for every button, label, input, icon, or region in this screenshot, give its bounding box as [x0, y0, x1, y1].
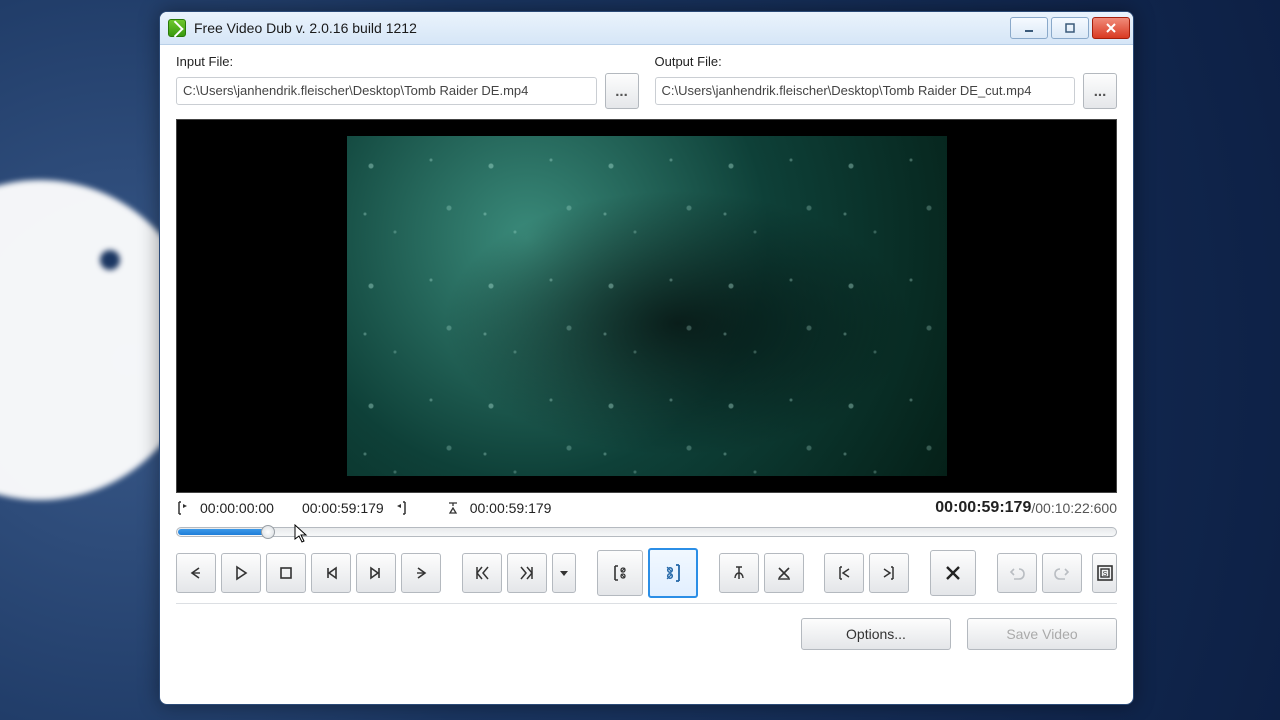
file-row: Input File: C:\Users\janhendrik.fleische…: [176, 54, 1117, 109]
mark-out-icon: [394, 501, 408, 515]
total-time: 00:10:22:600: [1035, 500, 1117, 516]
selection-start-time: 00:00:00:00: [200, 500, 274, 516]
delete-selection-button[interactable]: [764, 553, 804, 593]
jump-menu-button[interactable]: [552, 553, 576, 593]
timeline-handle[interactable]: [261, 525, 275, 539]
selection-end-time: 00:00:59:179: [302, 500, 384, 516]
bottom-row: Options... Save Video: [176, 604, 1117, 650]
play-button[interactable]: [221, 553, 261, 593]
mark-in-icon: [176, 501, 190, 515]
clear-selection-button[interactable]: [930, 550, 976, 596]
minimize-button[interactable]: [1010, 17, 1048, 39]
undo-button[interactable]: [997, 553, 1037, 593]
frame-back-button[interactable]: [311, 553, 351, 593]
output-file-column: Output File: C:\Users\janhendrik.fleisch…: [655, 54, 1118, 109]
output-browse-button[interactable]: ...: [1083, 73, 1117, 109]
options-button[interactable]: Options...: [801, 618, 951, 650]
timeline-slider[interactable]: [176, 521, 1117, 543]
timeline-fill: [178, 529, 266, 535]
goto-start-button[interactable]: [462, 553, 502, 593]
titlebar[interactable]: Free Video Dub v. 2.0.16 build 1212: [160, 12, 1133, 45]
app-icon: [168, 19, 186, 37]
step-forward-button[interactable]: [401, 553, 441, 593]
goto-mark-out-button[interactable]: [869, 553, 909, 593]
toolbar: S: [176, 549, 1117, 604]
split-button[interactable]: [719, 553, 759, 593]
window-controls: [1010, 17, 1130, 39]
input-file-field[interactable]: C:\Users\janhendrik.fleischer\Desktop\To…: [176, 77, 597, 105]
output-file-field[interactable]: C:\Users\janhendrik.fleischer\Desktop\To…: [655, 77, 1076, 105]
mark-out-button[interactable]: [648, 548, 698, 598]
snapshot-button[interactable]: S: [1092, 553, 1117, 593]
duration-icon: [446, 501, 460, 515]
svg-text:S: S: [1102, 571, 1107, 578]
goto-end-button[interactable]: [507, 553, 547, 593]
close-button[interactable]: [1092, 17, 1130, 39]
input-browse-button[interactable]: ...: [605, 73, 639, 109]
stop-button[interactable]: [266, 553, 306, 593]
redo-button[interactable]: [1042, 553, 1082, 593]
window-title: Free Video Dub v. 2.0.16 build 1212: [194, 20, 1010, 36]
goto-mark-in-button[interactable]: [824, 553, 864, 593]
app-window: Free Video Dub v. 2.0.16 build 1212 Inpu…: [159, 11, 1134, 705]
video-preview[interactable]: [176, 119, 1117, 493]
video-frame: [347, 136, 947, 476]
step-back-button[interactable]: [176, 553, 216, 593]
time-row: 00:00:00:00 00:00:59:179 00:00:59:179 00…: [176, 493, 1117, 521]
content-area: Input File: C:\Users\janhendrik.fleische…: [160, 45, 1133, 704]
input-file-label: Input File:: [176, 54, 639, 69]
selection-duration: 00:00:59:179: [470, 500, 552, 516]
frame-forward-button[interactable]: [356, 553, 396, 593]
output-file-label: Output File:: [655, 54, 1118, 69]
input-file-column: Input File: C:\Users\janhendrik.fleische…: [176, 54, 639, 109]
maximize-button[interactable]: [1051, 17, 1089, 39]
mark-in-button[interactable]: [597, 550, 643, 596]
save-video-button[interactable]: Save Video: [967, 618, 1117, 650]
current-time: 00:00:59:179: [935, 499, 1031, 517]
